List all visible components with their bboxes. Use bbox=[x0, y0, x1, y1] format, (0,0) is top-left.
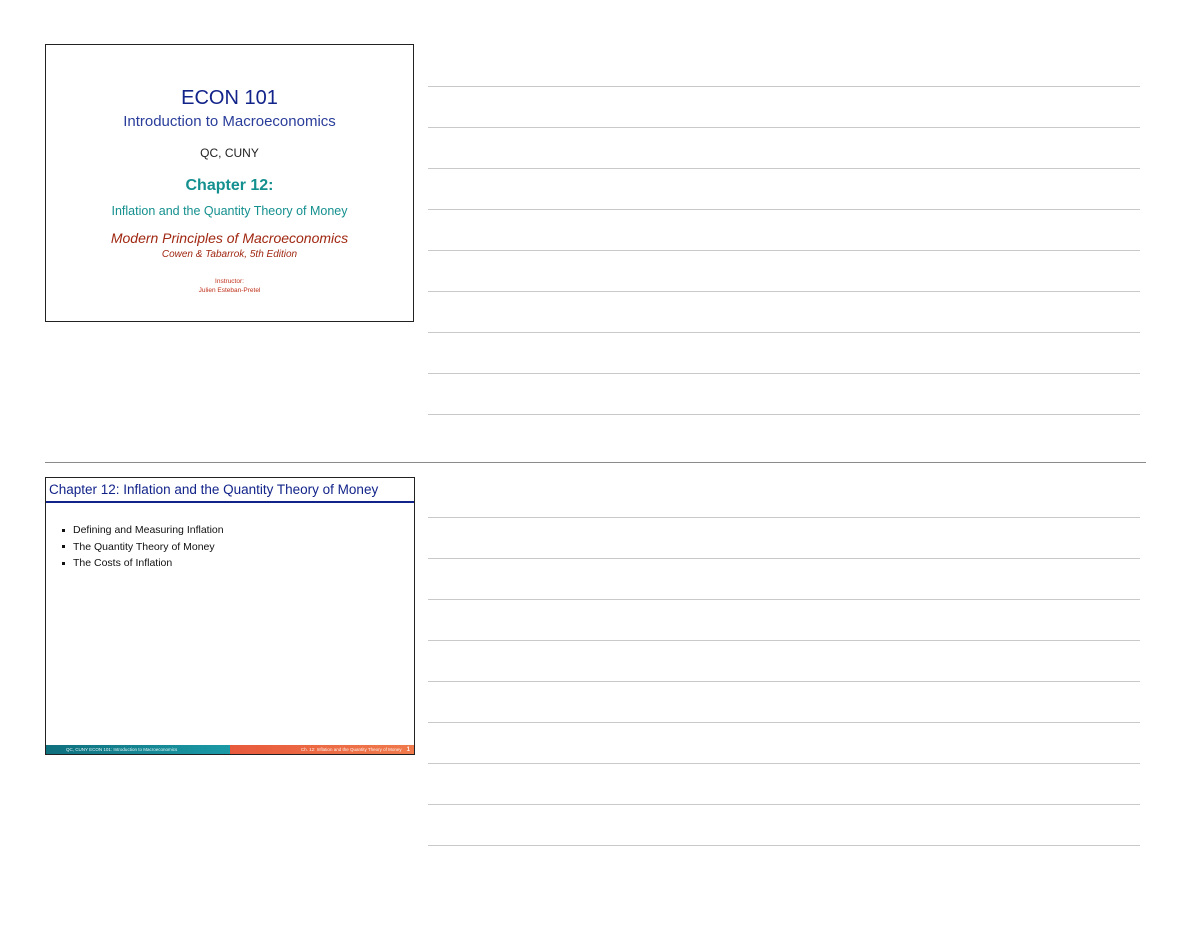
outline-slide-thumbnail: Chapter 12: Inflation and the Quantity T… bbox=[45, 477, 415, 755]
note-line bbox=[428, 845, 1140, 846]
instructor-label: Instructor: bbox=[215, 278, 244, 285]
book-title: Modern Principles of Macroeconomics bbox=[110, 230, 349, 246]
school-name: QC, CUNY bbox=[200, 146, 259, 160]
instructor-name: Julien Esteban-Pretel bbox=[198, 287, 261, 294]
slide-title: Chapter 12: Inflation and the Quantity T… bbox=[49, 482, 379, 497]
bullet-text: The Costs of Inflation bbox=[73, 557, 173, 569]
note-line bbox=[428, 250, 1140, 251]
book-authors: Cowen & Tabarrok, 5th Edition bbox=[161, 249, 298, 260]
bullet-list: Defining and Measuring Inflation The Qua… bbox=[62, 522, 224, 572]
note-line bbox=[428, 291, 1140, 292]
page-number: 1 bbox=[406, 747, 410, 753]
footer-left-text: QC, CUNY ECON 101: Introduction to Macro… bbox=[46, 745, 230, 754]
note-line bbox=[428, 332, 1140, 333]
chapter-heading: Chapter 12: bbox=[185, 177, 274, 194]
note-line bbox=[428, 373, 1140, 374]
course-subtitle: Introduction to Macroeconomics bbox=[123, 113, 336, 130]
bullet-icon bbox=[62, 528, 65, 532]
bullet-text: Defining and Measuring Inflation bbox=[73, 524, 224, 536]
list-item: The Costs of Inflation bbox=[62, 555, 224, 572]
note-line bbox=[428, 599, 1140, 600]
note-line bbox=[428, 640, 1140, 641]
bullet-text: The Quantity Theory of Money bbox=[73, 540, 215, 553]
note-line bbox=[428, 763, 1140, 764]
note-line bbox=[428, 558, 1140, 559]
note-line bbox=[428, 168, 1140, 169]
course-title: ECON 101 bbox=[181, 87, 278, 109]
section-divider bbox=[45, 462, 1146, 463]
list-item: Defining and Measuring Inflation bbox=[62, 522, 224, 539]
bullet-icon bbox=[62, 561, 65, 565]
footer-right-text: Ch. 12: Inflation and the Quantity Theor… bbox=[300, 747, 402, 752]
note-line bbox=[428, 722, 1140, 723]
list-item: The Quantity Theory of Money bbox=[62, 539, 224, 556]
title-slide-thumbnail: ECON 101 Introduction to Macroeconomics … bbox=[45, 44, 414, 322]
note-line bbox=[428, 127, 1140, 128]
note-line bbox=[428, 86, 1140, 87]
title-underline bbox=[46, 501, 414, 503]
note-line bbox=[428, 209, 1140, 210]
bullet-icon bbox=[62, 545, 65, 549]
note-line bbox=[428, 414, 1140, 415]
note-line bbox=[428, 681, 1140, 682]
note-line bbox=[428, 517, 1140, 518]
note-line bbox=[428, 804, 1140, 805]
slide-footer: QC, CUNY ECON 101: Introduction to Macro… bbox=[46, 745, 414, 754]
footer-right: Ch. 12: Inflation and the Quantity Theor… bbox=[230, 745, 414, 754]
chapter-title: Inflation and the Quantity Theory of Mon… bbox=[111, 204, 348, 218]
